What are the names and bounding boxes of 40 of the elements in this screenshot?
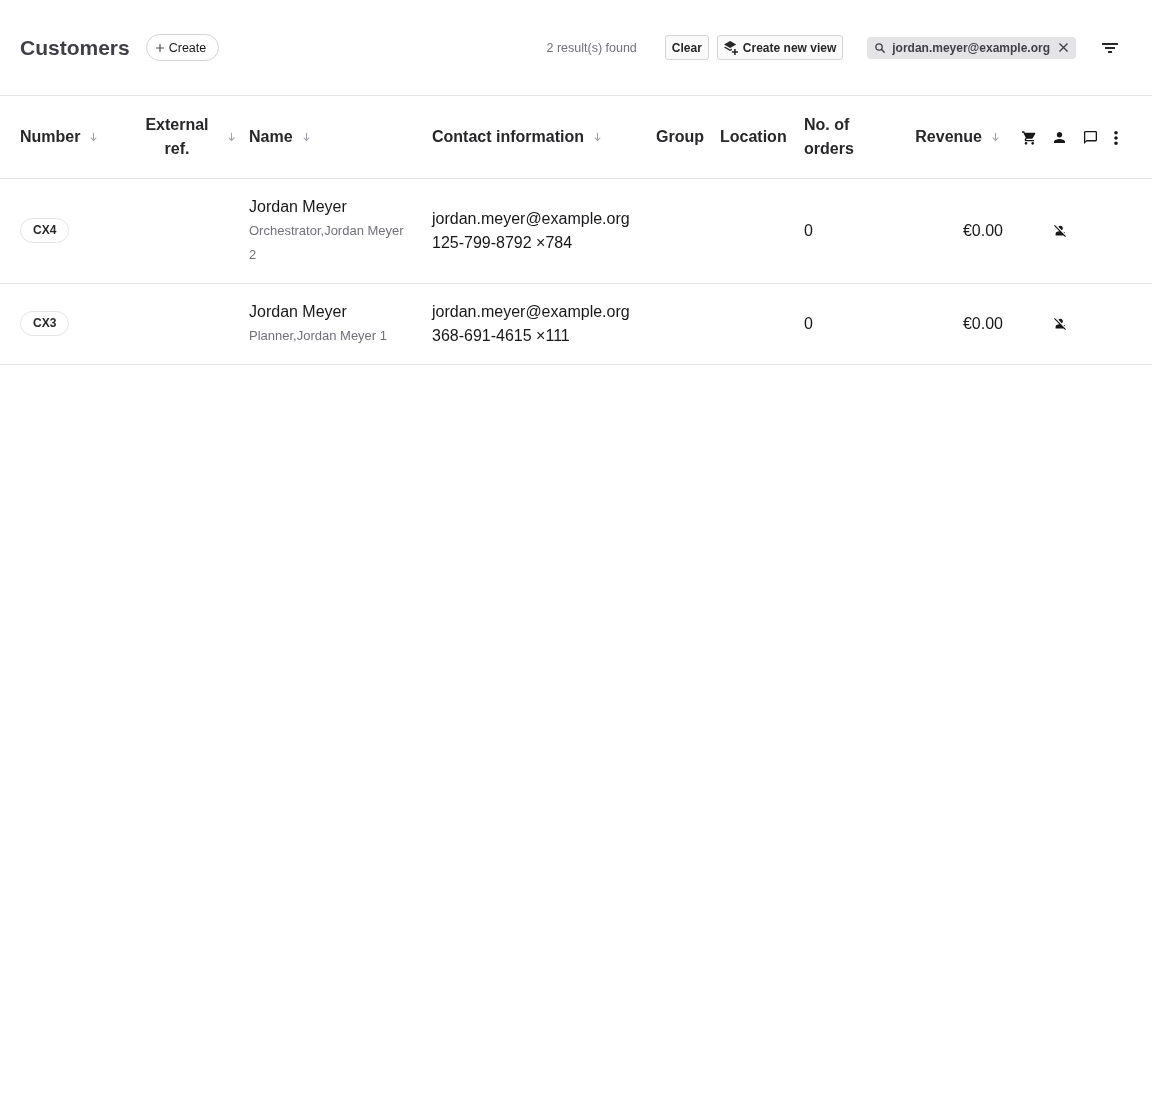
column-header: Group [656, 126, 704, 147]
create-button[interactable]: Create [145, 34, 220, 61]
customer-name: Jordan Meyer [249, 196, 348, 217]
revenue-amount: €0.00 [962, 314, 1003, 332]
order-count: 0 [804, 221, 813, 239]
more-icon[interactable] [1114, 130, 1118, 145]
column-header[interactable]: Number [20, 124, 98, 149]
filter-icon[interactable] [1102, 42, 1118, 53]
column-header[interactable]: Revenue [915, 124, 999, 149]
column-header[interactable]: External ref. [136, 112, 235, 161]
order-count: 0 [804, 314, 813, 332]
column-header[interactable]: Contact information [432, 124, 601, 149]
email-text: jordan.meyer@example.org [432, 301, 631, 322]
column-header: No. of orders [804, 114, 855, 159]
customer-role: Planner,Jordan Meyer 1 [249, 326, 389, 345]
create-view-button[interactable]: Create new view [716, 35, 844, 60]
email-text: jordan.meyer@example.org [432, 208, 631, 229]
person-icon[interactable] [1054, 132, 1065, 143]
customer-name: Jordan Meyer [249, 301, 348, 322]
arrow-down-icon [302, 131, 310, 142]
column-header: Location [720, 126, 787, 147]
arrow-down-icon [594, 131, 601, 142]
phone-text: 125-799-8792 ×784 [432, 232, 574, 253]
plus-icon [155, 43, 164, 52]
phone-text: 368-691-4615 ×111 [432, 325, 571, 346]
search-icon [875, 42, 886, 53]
column-header[interactable]: Name [249, 124, 310, 149]
filter-text: jordan.meyer@example.org [892, 40, 1050, 55]
comment-icon[interactable] [1083, 131, 1097, 144]
customer-role: Orchestrator,Jordan Meyer 2 [249, 221, 405, 264]
layers-plus-icon [723, 40, 738, 55]
clear-button[interactable]: Clear [664, 35, 709, 60]
close-icon[interactable] [1059, 43, 1068, 52]
page-title: Customers [20, 35, 130, 60]
revenue-amount: €0.00 [962, 221, 1003, 239]
arrow-down-icon [228, 131, 235, 142]
result-count: 2 result(s) found [546, 40, 637, 55]
cart-icon[interactable] [1022, 130, 1036, 145]
arrow-down-icon [992, 131, 999, 142]
arrow-down-icon [90, 131, 98, 142]
